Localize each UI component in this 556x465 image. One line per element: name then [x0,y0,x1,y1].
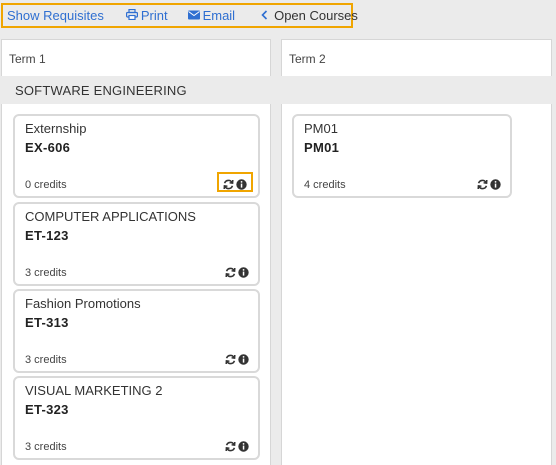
refresh-icon[interactable] [225,352,236,364]
program-header: SOFTWARE ENGINEERING [0,76,556,104]
course-card[interactable]: Fashion Promotions ET-313 3 credits [13,289,260,373]
course-card[interactable]: COMPUTER APPLICATIONS ET-123 3 credits [13,202,260,286]
info-circle-icon[interactable] [238,352,249,365]
course-actions [217,172,253,192]
course-title: Fashion Promotions [25,296,141,311]
course-actions [221,434,253,454]
open-courses-button[interactable]: Open Courses [261,8,358,23]
toolbar: Show Requisites Print Email Open Courses [1,3,358,28]
course-credits: 4 credits [304,179,346,191]
open-courses-label: Open Courses [274,8,358,23]
term-2-label: Term 2 [289,52,326,66]
info-circle-icon[interactable] [238,439,249,452]
refresh-icon[interactable] [225,265,236,277]
term-1-header: Term 1 [1,39,271,75]
course-code: EX-606 [25,140,71,155]
course-actions [221,347,253,367]
email-label: Email [202,8,236,23]
refresh-icon[interactable] [223,177,234,189]
show-requisites-label: Show Requisites [7,8,104,23]
envelope-icon [187,8,200,23]
info-circle-icon[interactable] [238,265,249,278]
print-label: Print [140,8,168,23]
course-title: Externship [25,121,87,136]
course-actions [221,260,253,280]
course-code: ET-313 [25,315,69,330]
course-code: ET-123 [25,228,69,243]
email-button[interactable]: Email [187,8,236,23]
course-actions [473,172,505,192]
show-requisites-link[interactable]: Show Requisites [7,8,104,23]
course-code: ET-323 [25,402,69,417]
term-1-label: Term 1 [9,52,46,66]
course-card[interactable]: PM01 PM01 4 credits [292,114,512,198]
info-circle-icon[interactable] [490,177,501,190]
term-2-header: Term 2 [281,39,552,75]
course-credits: 0 credits [25,179,67,191]
course-card[interactable]: Externship EX-606 0 credits [13,114,260,198]
course-title: COMPUTER APPLICATIONS [25,209,196,224]
print-button[interactable]: Print [125,8,168,23]
course-code: PM01 [304,140,340,155]
course-title: VISUAL MARKETING 2 [25,383,163,398]
refresh-icon[interactable] [225,439,236,451]
info-circle-icon[interactable] [236,177,247,190]
course-credits: 3 credits [25,267,67,279]
course-title: PM01 [304,121,338,136]
course-credits: 3 credits [25,354,67,366]
course-credits: 3 credits [25,441,67,453]
refresh-icon[interactable] [477,177,488,189]
chevron-left-icon [261,8,268,23]
printer-icon [125,8,138,23]
course-card[interactable]: VISUAL MARKETING 2 ET-323 3 credits [13,376,260,460]
program-name: SOFTWARE ENGINEERING [15,83,187,98]
